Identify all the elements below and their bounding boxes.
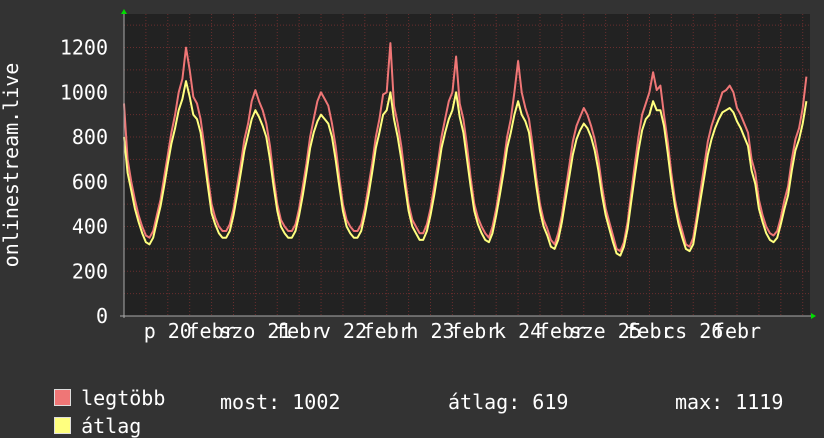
y-tick-label: 0 (96, 304, 108, 328)
x-tick-label: h 23 (406, 319, 454, 343)
y-tick-label: 200 (72, 259, 108, 283)
x-tick-label: k 24 (494, 319, 542, 343)
legend-label-atlag: átlag (81, 414, 142, 438)
x-tick-label: febr (363, 319, 411, 343)
x-tick-label: febr (713, 319, 761, 343)
y-tick-label: 1200 (60, 36, 108, 60)
x-tick-labels: p 20febrszo 21febrv 22febrh 23febrk 24fe… (144, 319, 761, 343)
y-tick-label: 800 (72, 125, 108, 149)
y-tick-labels: 0 200 400 600 800 1000 1200 (60, 36, 108, 328)
x-tick-label: febr (275, 319, 323, 343)
stat-most: most: 1002 (220, 390, 341, 414)
y-axis-arrow (121, 9, 127, 14)
stat-atlag: átlag: 619 (448, 390, 569, 414)
y-tick-label: 1000 (60, 80, 108, 104)
y-axis-label: onlinestream.live (0, 63, 23, 268)
x-tick-label: v 22 (319, 319, 367, 343)
x-tick-label: febr (450, 319, 498, 343)
y-tick-label: 400 (72, 215, 108, 239)
y-tick-label: 600 (72, 170, 108, 194)
x-tick-label: p 20 (144, 319, 192, 343)
legend-item-atlag: átlag (30, 390, 141, 438)
x-axis-arrow (811, 313, 816, 319)
stat-max: max: 1119 (675, 390, 784, 414)
legend-swatch-atlag (54, 417, 72, 434)
